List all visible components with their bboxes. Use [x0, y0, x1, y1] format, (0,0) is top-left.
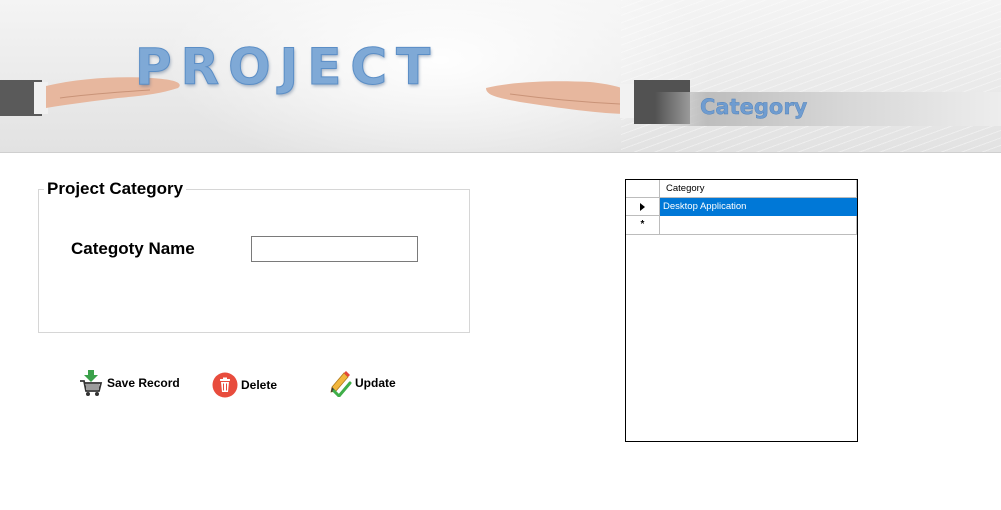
- grid-corner-cell[interactable]: [626, 180, 660, 198]
- cart-add-icon: [80, 370, 103, 396]
- banner-subtitle: Category: [700, 95, 808, 119]
- current-row-arrow-icon: [640, 202, 645, 211]
- grid-cell-category[interactable]: Desktop Application: [660, 198, 857, 216]
- row-header-current[interactable]: [626, 198, 660, 216]
- update-button[interactable]: Update: [328, 369, 396, 397]
- category-name-label: Categoty Name: [71, 239, 195, 258]
- banner-title: PROJECT: [134, 38, 440, 97]
- grid-cell-category-new[interactable]: [660, 216, 857, 235]
- update-label: Update: [355, 376, 396, 390]
- category-name-input[interactable]: [251, 236, 418, 262]
- pencil-check-icon: [330, 371, 352, 397]
- grid-header-row: Category: [626, 180, 857, 198]
- table-row[interactable]: Desktop Application: [626, 198, 857, 216]
- save-record-label: Save Record: [107, 376, 180, 390]
- groupbox-title: Project Category: [44, 179, 187, 199]
- delete-button[interactable]: Delete: [212, 371, 277, 399]
- new-row-star-icon: *: [640, 219, 645, 230]
- column-header-category[interactable]: Category: [660, 180, 857, 198]
- save-record-button[interactable]: Save Record: [78, 369, 180, 397]
- category-grid[interactable]: Category Desktop Application *: [625, 179, 858, 442]
- row-header-new[interactable]: *: [626, 216, 660, 235]
- delete-label: Delete: [241, 378, 278, 392]
- trash-icon: [212, 372, 238, 398]
- header-banner: PROJECT Category: [0, 0, 1001, 153]
- table-row-new[interactable]: *: [626, 216, 857, 235]
